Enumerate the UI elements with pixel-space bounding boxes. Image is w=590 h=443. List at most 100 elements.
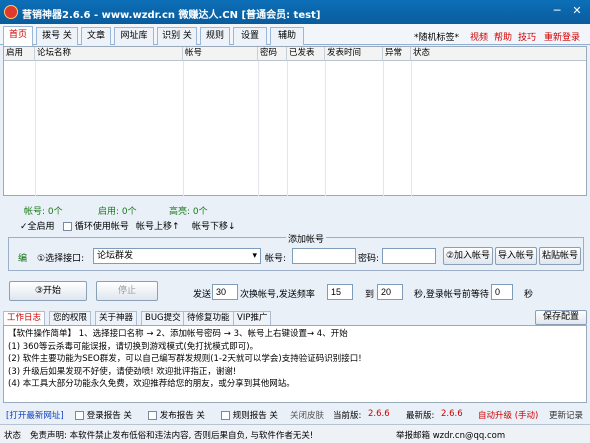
to-label: 到 bbox=[365, 290, 375, 300]
account-up-button[interactable]: 帐号上移↑ bbox=[136, 219, 180, 232]
column-post-time[interactable]: 发表时间 bbox=[325, 47, 383, 61]
column-account[interactable]: 帐号 bbox=[183, 47, 258, 61]
tab-settings[interactable]: 设置 bbox=[233, 27, 267, 45]
login-report-checkbox[interactable] bbox=[75, 411, 84, 420]
video-link[interactable]: 视频 bbox=[470, 30, 488, 43]
account-count: 帐号: 0个 bbox=[24, 207, 63, 217]
edit-label: 编 bbox=[18, 254, 28, 264]
log-line: (4) 本工具大部分功能永久免费，欢迎推荐给您的朋友，或分享到其他网站。 bbox=[8, 379, 295, 389]
close-button[interactable]: ✕ bbox=[568, 3, 586, 19]
help-link[interactable]: 帮助 bbox=[494, 30, 512, 43]
auto-upgrade-link[interactable]: 自动升级 (手动) bbox=[478, 409, 538, 421]
log-tab-bar: 工作日志 您的权限 关于神器 BUG提交 待修复功能 VIP推广 保存配置 bbox=[3, 310, 587, 325]
enabled-count: 启用: 0个 bbox=[98, 207, 137, 217]
column-exception[interactable]: 异常 bbox=[383, 47, 411, 61]
post-report-toggle[interactable]: 发布报告 关 bbox=[148, 409, 205, 421]
loop-accounts-option[interactable]: 循环使用帐号 bbox=[63, 219, 129, 232]
open-latest-site-link[interactable]: [打开最新网址] bbox=[6, 409, 64, 421]
title-bar: 营销神器2.6.6 - www.wzdr.cn 微赚达人.CN [普通会员: t… bbox=[0, 0, 590, 24]
chevron-down-icon: ▾ bbox=[252, 251, 257, 261]
select-interface-label: ①选择接口: bbox=[37, 254, 85, 264]
add-account-group: 添加帐号 编 ①选择接口: 论坛群发 ▾ 帐号: 密码: ②加入帐号 导入帐号 … bbox=[8, 232, 584, 271]
app-logo-icon bbox=[4, 5, 18, 19]
post-report-checkbox[interactable] bbox=[148, 411, 157, 420]
enable-all-label: 全启用 bbox=[27, 222, 55, 232]
main-tab-bar: 首页 拨号 关 文章 网址库 识别 关 规则 设置 辅助 *随机标签* 视频 帮… bbox=[0, 24, 590, 46]
tab-assist[interactable]: 辅助 bbox=[270, 27, 304, 45]
switch-label: 次换帐号,发送频率 bbox=[240, 290, 315, 300]
account-input[interactable] bbox=[292, 248, 356, 264]
column-forum-name[interactable]: 论坛名称 bbox=[35, 47, 183, 61]
freq-from-input[interactable] bbox=[327, 284, 353, 300]
freq-to-input[interactable] bbox=[377, 284, 403, 300]
update-log-link[interactable]: 更新记录 bbox=[549, 409, 583, 421]
status-bar: 状态 免责声明: 本软件禁止发布低俗和违法内容, 否则后果自负, 与软件作者无关… bbox=[0, 424, 590, 443]
seconds-label: 秒 bbox=[524, 290, 534, 300]
account-grid[interactable]: 启用 论坛名称 帐号 密码 已发表 发表时间 异常 状态 bbox=[3, 46, 587, 196]
tab-url-library[interactable]: 网址库 bbox=[114, 27, 154, 45]
tab-dialup[interactable]: 拨号 关 bbox=[36, 27, 78, 45]
latest-version-label: 最新版: bbox=[406, 411, 435, 421]
save-config-button[interactable]: 保存配置 bbox=[535, 310, 587, 325]
rule-report-checkbox[interactable] bbox=[221, 411, 230, 420]
login-wait-label: 秒,登录帐号前等待 bbox=[414, 290, 489, 300]
login-report-label: 登录报告 关 bbox=[86, 411, 132, 421]
column-status[interactable]: 状态 bbox=[411, 47, 586, 61]
bottom-bar: [打开最新网址] 登录报告 关 发布报告 关 规则报告 关 关闭皮肤 当前版: … bbox=[0, 405, 590, 423]
tab-bug-report[interactable]: BUG提交 bbox=[141, 311, 185, 325]
login-report-toggle[interactable]: 登录报告 关 bbox=[75, 409, 132, 421]
highlight-count: 高亮: 0个 bbox=[169, 207, 208, 217]
wait-input[interactable] bbox=[491, 284, 513, 300]
current-version-value: 2.6.6 bbox=[368, 409, 390, 419]
start-button[interactable]: ③开始 bbox=[9, 281, 87, 301]
close-skin-link[interactable]: 关闭皮肤 bbox=[290, 409, 324, 421]
minimize-button[interactable]: ─ bbox=[548, 3, 566, 19]
tab-pending-fixes[interactable]: 待修复功能 bbox=[183, 311, 234, 325]
add-account-group-title: 添加帐号 bbox=[286, 232, 327, 245]
enable-all-option[interactable]: ✓全启用 bbox=[20, 219, 55, 232]
post-report-label: 发布报告 关 bbox=[159, 411, 205, 421]
random-tag-link[interactable]: *随机标签* bbox=[414, 30, 459, 43]
work-log-panel: 【软件操作简单】 1、选择接口名称 → 2、添加帐号密码 → 3、帐号上右键设置… bbox=[3, 325, 587, 403]
tips-link[interactable]: 技巧 bbox=[518, 30, 536, 43]
tab-home[interactable]: 首页 bbox=[3, 26, 33, 46]
column-posted[interactable]: 已发表 bbox=[287, 47, 325, 61]
rule-report-label: 规则报告 关 bbox=[232, 411, 278, 421]
paste-accounts-button[interactable]: 粘贴帐号 bbox=[539, 247, 581, 265]
log-line: (1) 360等云杀毒可能误报，请切换到游戏模式(免打扰模式即可)。 bbox=[8, 341, 259, 352]
relogin-link[interactable]: 重新登录 bbox=[544, 30, 580, 43]
log-line: 【软件操作简单】 1、选择接口名称 → 2、添加帐号密码 → 3、帐号上右键设置… bbox=[8, 329, 348, 339]
report-email: 举报邮箱 wzdr.cn@qq.com bbox=[396, 431, 506, 441]
log-line: (2) 软件主要功能为SEO群发，可以自己编写群发规则(1-2天就可以学会)支持… bbox=[8, 354, 362, 364]
column-enabled[interactable]: 启用 bbox=[4, 47, 35, 61]
tab-recognition[interactable]: 识别 关 bbox=[157, 27, 197, 45]
interface-select-value: 论坛群发 bbox=[97, 251, 134, 261]
loop-accounts-checkbox[interactable] bbox=[63, 222, 72, 231]
tab-about[interactable]: 关于神器 bbox=[95, 311, 138, 325]
tab-work-log[interactable]: 工作日志 bbox=[3, 311, 46, 325]
disclaimer-text: 免责声明: 本软件禁止发布低俗和违法内容, 否则后果自负, 与软件作者无关! bbox=[30, 431, 314, 441]
current-version-label: 当前版: bbox=[333, 411, 362, 421]
loop-accounts-label: 循环使用帐号 bbox=[74, 222, 129, 232]
account-down-button[interactable]: 帐号下移↓ bbox=[192, 219, 236, 232]
password-input[interactable] bbox=[382, 248, 436, 264]
stop-button[interactable]: 停止 bbox=[96, 281, 158, 301]
window-title: 营销神器2.6.6 - www.wzdr.cn 微赚达人.CN [普通会员: t… bbox=[22, 10, 321, 21]
log-line: (3) 升级后如果发现不好使，请使劲喷! 欢迎批评指正，谢谢! bbox=[8, 366, 237, 377]
import-accounts-button[interactable]: 导入帐号 bbox=[495, 247, 537, 265]
send-label: 发送 bbox=[193, 290, 212, 300]
latest-version-value: 2.6.6 bbox=[441, 409, 463, 419]
interface-select[interactable]: 论坛群发 ▾ bbox=[93, 248, 261, 264]
tab-permissions[interactable]: 您的权限 bbox=[49, 311, 92, 325]
grid-header: 启用 论坛名称 帐号 密码 已发表 发表时间 异常 状态 bbox=[4, 47, 586, 61]
rule-report-toggle[interactable]: 规则报告 关 bbox=[221, 409, 278, 421]
checkmark-icon: ✓ bbox=[20, 222, 28, 232]
add-account-button[interactable]: ②加入帐号 bbox=[443, 247, 493, 265]
tab-articles[interactable]: 文章 bbox=[81, 27, 111, 45]
password-label: 密码: bbox=[358, 254, 380, 264]
status-label: 状态 bbox=[4, 431, 22, 441]
column-password[interactable]: 密码 bbox=[258, 47, 287, 61]
tab-vip-promo[interactable]: VIP推广 bbox=[233, 311, 272, 325]
send-count-input[interactable] bbox=[212, 284, 238, 300]
tab-rules[interactable]: 规则 bbox=[200, 27, 230, 45]
